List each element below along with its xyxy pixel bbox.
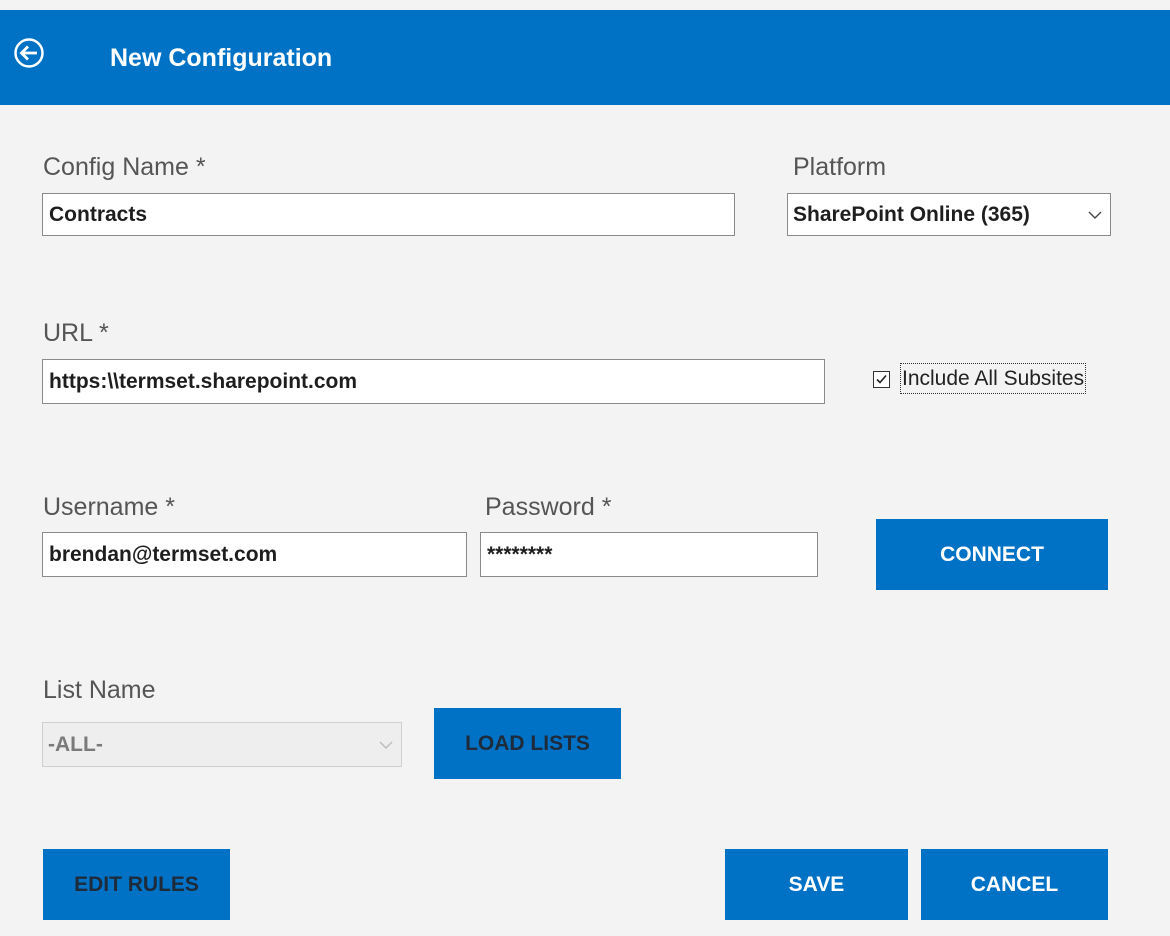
load-lists-button-label: LOAD LISTS	[465, 732, 590, 755]
url-label: URL *	[43, 319, 109, 347]
save-button[interactable]: SAVE	[725, 849, 908, 920]
username-label: Username *	[43, 493, 175, 521]
include-subsites-label: Include All Subsites	[900, 363, 1087, 394]
checkbox-checked-icon[interactable]	[873, 371, 890, 388]
password-label: Password *	[485, 493, 612, 521]
platform-label: Platform	[793, 153, 887, 181]
header-bar: New Configuration	[0, 10, 1170, 105]
list-name-selected-value: -ALL-	[48, 733, 103, 756]
connect-button[interactable]: CONNECT	[876, 519, 1108, 590]
config-name-label: Config Name *	[43, 153, 206, 181]
platform-select[interactable]: SharePoint Online (365)	[787, 193, 1111, 236]
edit-rules-button[interactable]: EDIT RULES	[43, 849, 230, 920]
username-input[interactable]	[42, 532, 467, 577]
config-name-input[interactable]	[42, 193, 735, 236]
save-button-label: SAVE	[788, 873, 845, 896]
window-top-strip	[0, 0, 1170, 10]
back-button[interactable]	[14, 38, 44, 68]
url-input[interactable]	[42, 359, 825, 404]
connect-button-label: CONNECT	[940, 543, 1044, 566]
edit-rules-button-label: EDIT RULES	[74, 873, 199, 896]
cancel-button-label: CANCEL	[970, 873, 1059, 896]
page-title: New Configuration	[110, 44, 333, 72]
platform-selected-value: SharePoint Online (365)	[793, 203, 1030, 226]
load-lists-button[interactable]: LOAD LISTS	[434, 708, 621, 779]
chevron-down-icon	[1088, 194, 1102, 235]
chevron-down-icon	[379, 723, 393, 766]
arrow-left-circle-icon	[14, 38, 44, 68]
password-input[interactable]	[480, 532, 818, 577]
list-name-label: List Name	[43, 676, 156, 704]
cancel-button[interactable]: CANCEL	[921, 849, 1108, 920]
list-name-select[interactable]: -ALL-	[42, 722, 402, 767]
